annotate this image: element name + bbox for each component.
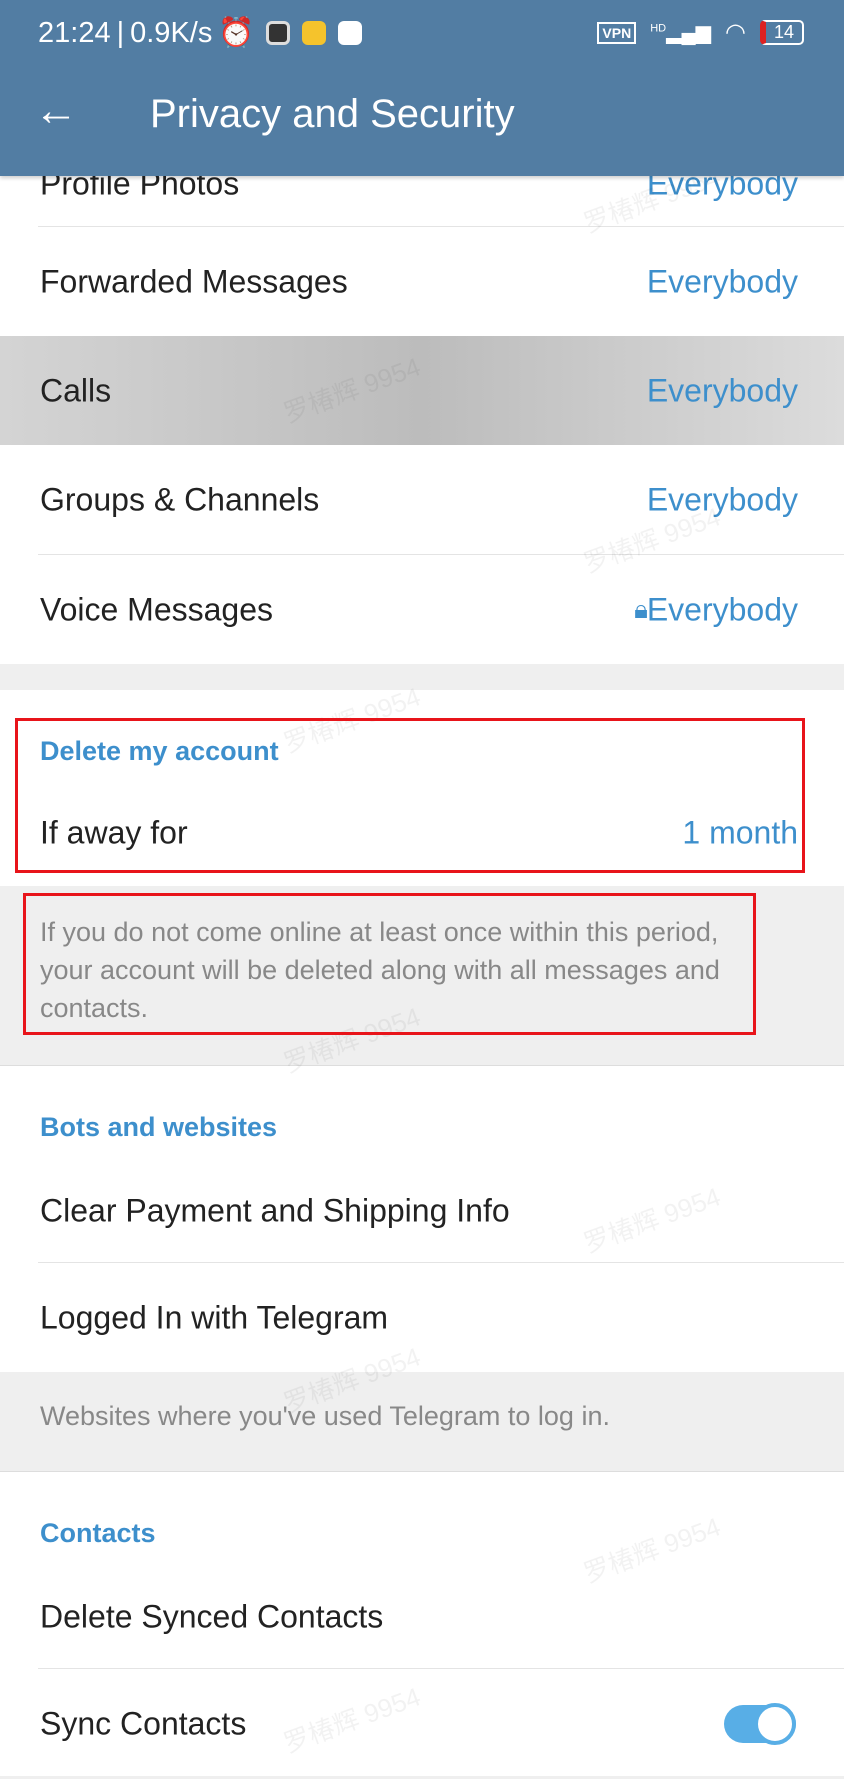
row-label: Logged In with Telegram xyxy=(40,1299,389,1335)
row-label: Sync Contacts xyxy=(40,1705,247,1742)
status-icons: VPN HD▂▄▆ ◠ 14 xyxy=(597,18,804,47)
privacy-row-voice[interactable]: Voice Messages 🔒︎ Everybody xyxy=(0,555,844,664)
contacts-section: Contacts Delete Synced Contacts Sync Con… xyxy=(0,1472,844,1776)
row-value: Everybody xyxy=(646,481,798,518)
page-title: Privacy and Security xyxy=(150,92,515,136)
section-header: Contacts xyxy=(40,1518,156,1548)
app-notification-icon xyxy=(302,21,327,45)
wifi-icon: ◠ xyxy=(725,19,746,46)
back-button[interactable]: ← xyxy=(34,86,78,136)
app-bar: 21:24 | 0.9K/s ⏰ VPN HD▂▄▆ ◠ 14 ← Privac… xyxy=(0,0,844,176)
row-label: Voice Messages xyxy=(40,591,274,627)
row-label: Delete Synced Contacts xyxy=(40,1598,384,1634)
row-value: Everybody xyxy=(646,591,798,627)
status-time: 21:24 xyxy=(38,16,111,49)
row-value: Everybody xyxy=(646,372,798,408)
row-label: Clear Payment and Shipping Info xyxy=(40,1192,510,1228)
privacy-row-calls[interactable]: Calls Everybody xyxy=(0,336,844,445)
row-label: Groups & Channels xyxy=(40,481,320,518)
separator: | xyxy=(116,16,125,49)
signal-icon: HD▂▄▆ xyxy=(650,22,712,44)
highlight-box xyxy=(23,893,756,1035)
status-bar: 21:24 | 0.9K/s ⏰ xyxy=(38,16,363,50)
battery-icon: 14 xyxy=(759,20,804,45)
privacy-row-forwarded[interactable]: Forwarded Messages Everybody xyxy=(0,227,844,336)
logged-in-row[interactable]: Logged In with Telegram xyxy=(0,1263,844,1372)
bots-section: Bots and websites Clear Payment and Ship… xyxy=(0,1066,844,1372)
alarm-icon: ⏰ xyxy=(218,17,255,49)
row-value: Everybody xyxy=(646,263,798,299)
network-speed: 0.9K/s xyxy=(130,16,213,49)
delete-synced-row[interactable]: Delete Synced Contacts xyxy=(0,1564,844,1669)
row-label: Forwarded Messages xyxy=(40,263,348,299)
app-notification-icon xyxy=(338,21,363,45)
highlight-box xyxy=(15,718,805,873)
app-notification-icon xyxy=(266,21,291,45)
clear-payment-row[interactable]: Clear Payment and Shipping Info xyxy=(0,1158,844,1263)
privacy-row-groups[interactable]: Groups & Channels Everybody xyxy=(0,445,844,555)
section-header: Bots and websites xyxy=(40,1112,278,1142)
row-label: Calls xyxy=(40,372,112,408)
sync-contacts-toggle[interactable] xyxy=(724,1703,796,1745)
vpn-icon: VPN xyxy=(597,21,637,44)
section-footer: Websites where you've used Telegram to l… xyxy=(40,1401,610,1431)
sync-contacts-row[interactable]: Sync Contacts xyxy=(0,1669,844,1779)
